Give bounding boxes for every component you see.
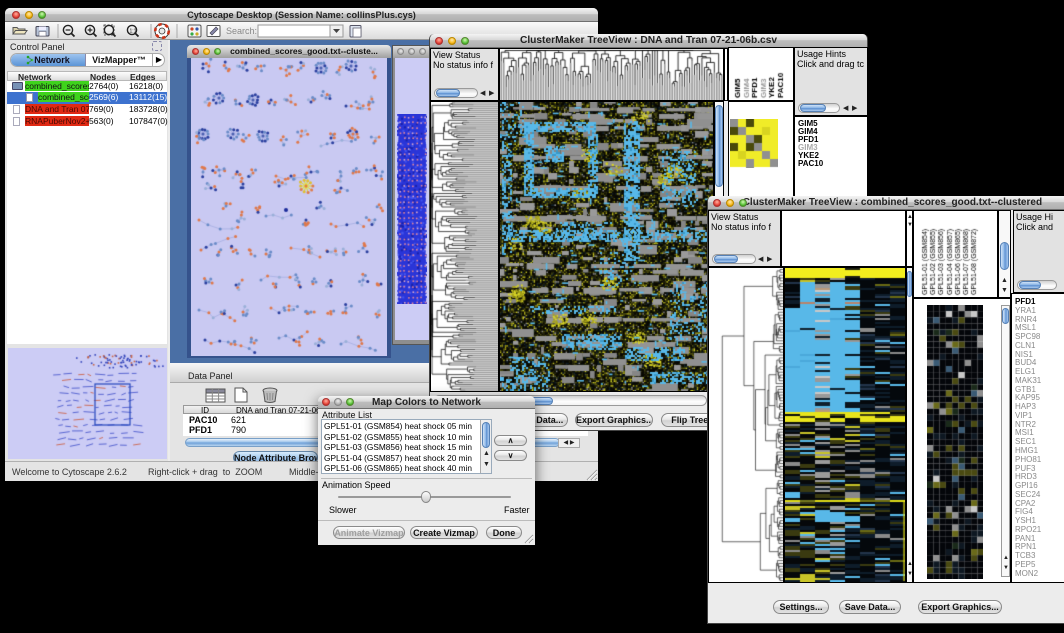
svg-text:Search:: Search: bbox=[226, 26, 257, 36]
svg-text:1:1: 1:1 bbox=[130, 29, 137, 35]
